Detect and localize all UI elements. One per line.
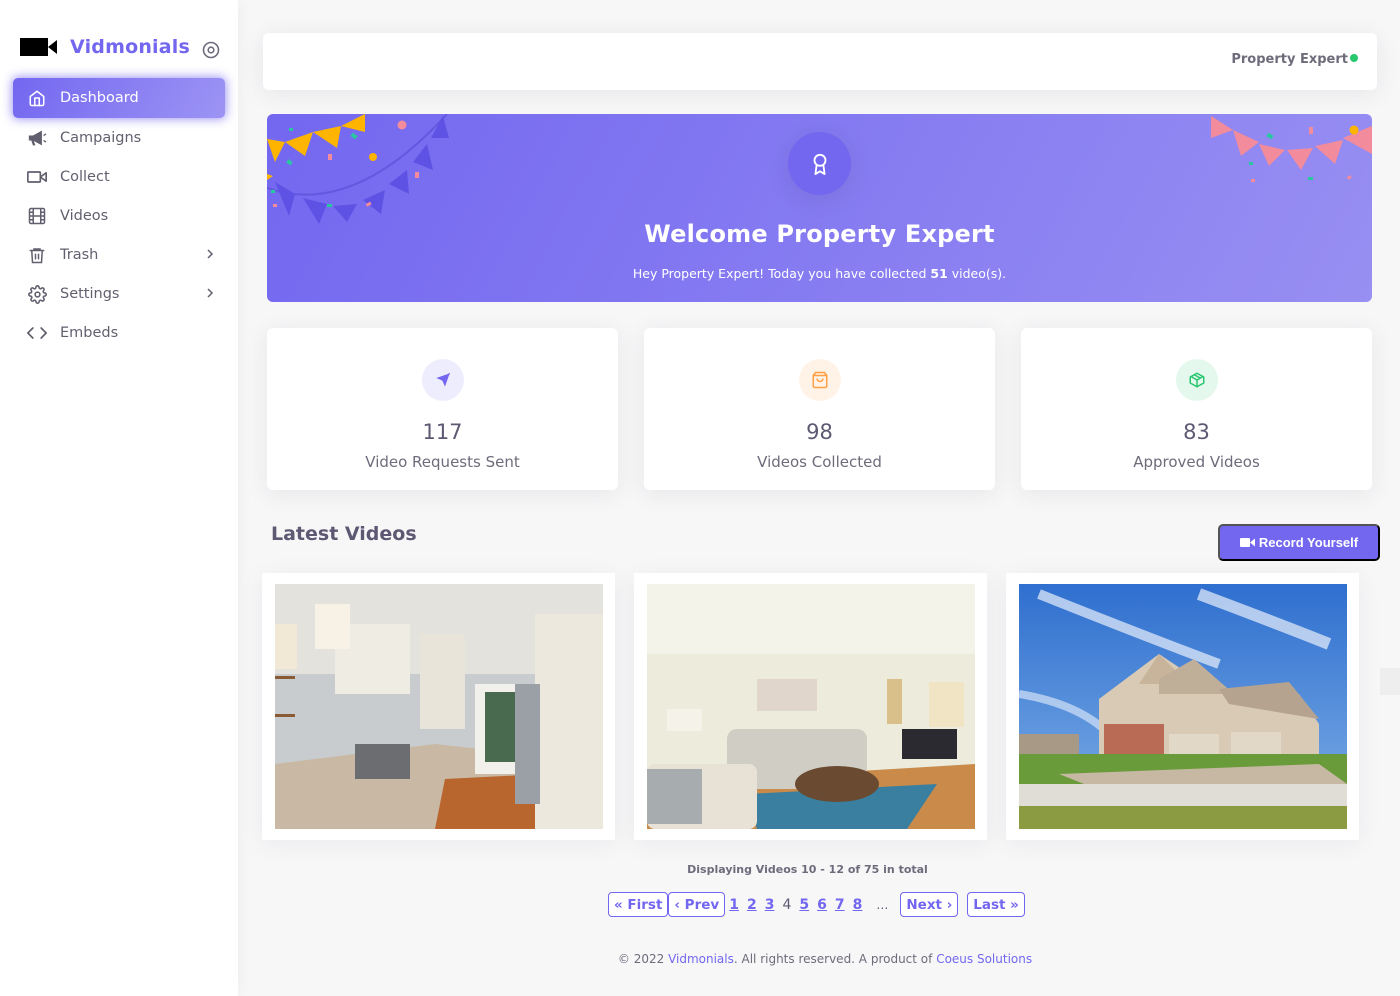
- sidebar-nav: Dashboard Campaigns Collect Videos Trash: [13, 78, 225, 352]
- stat-card-collected: 98 Videos Collected: [644, 328, 995, 490]
- award-icon: [813, 153, 826, 175]
- sidebar-item-label: Collect: [60, 169, 110, 185]
- video-card: [634, 573, 987, 840]
- home-icon: [27, 88, 47, 108]
- bunting-decoration-left-icon: [267, 114, 449, 224]
- sidebar-item-label: Settings: [60, 286, 120, 302]
- copyright-text: © 2022: [617, 952, 669, 966]
- sidebar-item-campaigns[interactable]: Campaigns: [13, 118, 225, 158]
- shopping-bag-icon: [799, 359, 841, 401]
- sidebar-item-embeds[interactable]: Embeds: [13, 313, 225, 353]
- sidebar-item-label: Dashboard: [60, 90, 139, 106]
- video-card: [262, 573, 615, 840]
- current-page: 4: [782, 896, 792, 913]
- sidebar-item-label: Campaigns: [60, 130, 142, 146]
- bunting-decoration-right-icon: [1211, 116, 1372, 182]
- video-icon: [27, 167, 47, 187]
- page-link[interactable]: 3: [765, 897, 775, 913]
- welcome-banner: Welcome Property Expert Hey Property Exp…: [267, 114, 1372, 302]
- video-card: [1006, 573, 1359, 840]
- sidebar-item-videos[interactable]: Videos: [13, 196, 225, 236]
- user-name[interactable]: Property Expert: [1231, 52, 1348, 67]
- page-link[interactable]: 8: [853, 897, 863, 913]
- sidebar-item-label: Embeds: [60, 325, 119, 341]
- first-page-button[interactable]: « First: [608, 892, 669, 917]
- stat-label: Video Requests Sent: [365, 453, 520, 471]
- stat-value: 83: [1183, 420, 1210, 444]
- send-icon: [422, 359, 464, 401]
- sidebar-item-label: Trash: [60, 247, 99, 263]
- brand-link[interactable]: Vidmonials: [668, 952, 734, 966]
- online-status-icon: [1350, 54, 1358, 62]
- stat-value: 117: [422, 420, 463, 444]
- sidebar: Vidmonials Dashboard Campaigns Collect V…: [0, 0, 238, 996]
- chevron-right-icon: [203, 247, 217, 261]
- last-page-button[interactable]: Last »: [967, 892, 1025, 917]
- film-icon: [27, 206, 47, 226]
- record-button-label: Record Yourself: [1258, 535, 1359, 550]
- collected-count: 51: [930, 266, 948, 281]
- code-icon: [27, 323, 47, 343]
- sidebar-item-settings[interactable]: Settings: [13, 274, 225, 314]
- video-camera-icon: [20, 36, 58, 58]
- top-navbar: Property Expert: [263, 33, 1377, 90]
- trash-icon: [27, 245, 47, 265]
- record-yourself-button[interactable]: Record Yourself: [1218, 524, 1380, 561]
- welcome-message: Hey Property Expert! Today you have coll…: [632, 266, 1007, 281]
- stat-card-requests: 117 Video Requests Sent: [267, 328, 618, 490]
- pagination-ellipsis: …: [876, 897, 889, 912]
- page-link[interactable]: 1: [729, 897, 739, 913]
- chevron-right-icon: [203, 286, 217, 300]
- prev-page-button[interactable]: ‹ Prev: [668, 892, 726, 917]
- video-thumbnail-living-room[interactable]: [647, 584, 975, 829]
- welcome-title: Welcome Property Expert: [644, 220, 995, 248]
- video-camera-icon: [1239, 537, 1255, 548]
- page-link[interactable]: 7: [835, 897, 845, 913]
- carousel-next-handle[interactable]: [1380, 668, 1400, 695]
- footer-text: . All rights reserved. A product of: [733, 952, 937, 966]
- sidebar-item-collect[interactable]: Collect: [13, 157, 225, 197]
- megaphone-icon: [27, 128, 47, 148]
- stat-card-approved: 83 Approved Videos: [1021, 328, 1372, 490]
- circle-dot-icon[interactable]: [201, 40, 221, 60]
- page-link[interactable]: 6: [817, 897, 827, 913]
- sidebar-item-trash[interactable]: Trash: [13, 235, 225, 275]
- video-thumbnail-house-exterior[interactable]: [1019, 584, 1347, 829]
- box-icon: [1176, 359, 1218, 401]
- brand-name: Vidmonials: [70, 36, 191, 58]
- sidebar-item-label: Videos: [60, 208, 109, 224]
- video-thumbnail-kitchen[interactable]: [275, 584, 603, 829]
- award-badge: [788, 132, 851, 195]
- latest-videos-title: Latest Videos: [271, 523, 417, 545]
- brand[interactable]: Vidmonials: [20, 36, 190, 58]
- stat-label: Approved Videos: [1133, 453, 1260, 471]
- company-link[interactable]: Coeus Solutions: [936, 952, 1032, 966]
- page-link[interactable]: 2: [747, 897, 757, 913]
- next-page-button[interactable]: Next ›: [900, 892, 959, 917]
- stat-value: 98: [806, 420, 833, 444]
- footer: © 2022 Vidmonials. All rights reserved. …: [0, 952, 1400, 966]
- page-link[interactable]: 5: [799, 897, 809, 913]
- gear-icon: [27, 284, 47, 304]
- stat-label: Videos Collected: [757, 453, 882, 471]
- pagination: « First ‹ Prev 1 2 3 4 5 6 7 8 … Next › …: [608, 892, 1025, 917]
- sidebar-item-dashboard[interactable]: Dashboard: [13, 78, 225, 118]
- pagination-info: Displaying Videos 10 - 12 of 75 in total: [687, 863, 928, 876]
